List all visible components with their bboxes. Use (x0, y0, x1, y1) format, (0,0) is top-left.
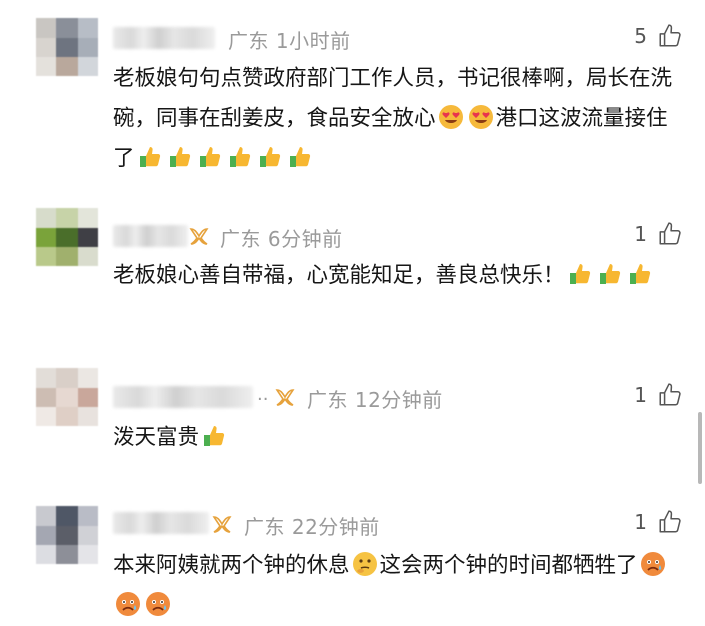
crying-face-emoji (640, 552, 665, 576)
location-label: 广东 (220, 227, 261, 251)
avatar[interactable] (36, 368, 98, 426)
thumbs-up-emoji (199, 147, 220, 167)
comment-text: 泼天富贵 (113, 418, 688, 458)
like-button[interactable]: 1 (634, 382, 683, 408)
fan-badge-icon (189, 228, 209, 245)
username-blurred[interactable] (113, 512, 209, 534)
thumbs-up-emoji (629, 264, 650, 284)
like-button[interactable]: 1 (634, 221, 683, 247)
username-blurred[interactable] (113, 386, 253, 408)
comment-meta: 广东 6分钟前 (220, 223, 343, 252)
timestamp-label: 6分钟前 (267, 227, 343, 251)
avatar[interactable] (36, 208, 98, 266)
heart-eyes-face-emoji (468, 105, 493, 129)
scrollbar[interactable] (698, 412, 702, 484)
comment-text: 老板娘句句点赞政府部门工作人员，书记很棒啊，局长在洗碗，同事在刮姜皮，食品安全放… (113, 59, 688, 179)
thumbs-up-icon (659, 510, 681, 533)
comment-text-part: 这会两个钟的时间都牺牲了 (379, 553, 638, 578)
comment-text-part: 老板娘心善自带福，心宽能知足，善良总快乐！ (113, 263, 565, 288)
fan-badge-icon (275, 389, 295, 406)
crying-face-emoji (146, 592, 170, 616)
thumbs-up-icon (659, 24, 681, 47)
avatar[interactable] (36, 506, 98, 564)
timestamp-label: 12分钟前 (354, 388, 443, 412)
timestamp-label: 1小时前 (275, 29, 351, 53)
like-count: 1 (634, 383, 647, 407)
timestamp-label: 22分钟前 (291, 515, 380, 539)
thumbs-up-emoji (289, 147, 310, 167)
thumbs-up-emoji (139, 147, 160, 167)
thumbs-up-emoji (229, 147, 250, 167)
thumbs-up-icon (659, 383, 681, 406)
location-label: 广东 (307, 388, 348, 412)
comment-meta: 广东 12分钟前 (307, 384, 443, 413)
username-ellipsis: .. (257, 384, 269, 405)
username-blurred[interactable] (113, 225, 188, 247)
like-count: 1 (634, 510, 647, 534)
thumbs-up-emoji (169, 147, 190, 167)
comment-text: 老板娘心善自带福，心宽能知足，善良总快乐！ (113, 256, 688, 296)
like-button[interactable]: 1 (634, 509, 683, 535)
comment-meta: 广东 22分钟前 (244, 511, 380, 540)
comment-text-part: 本来阿姨就两个钟的休息 (113, 553, 350, 578)
thumbs-up-emoji (569, 264, 590, 284)
username-blurred[interactable] (113, 27, 215, 49)
thumbs-up-emoji (599, 264, 620, 284)
fan-badge-icon (212, 516, 232, 533)
comment-meta: 广东 1小时前 (228, 25, 351, 54)
crying-face-emoji (116, 592, 140, 616)
location-label: 广东 (228, 29, 269, 53)
thinking-face-emoji (352, 552, 377, 576)
comment-text-part: 泼天富贵 (113, 425, 200, 450)
like-count: 5 (634, 24, 647, 48)
like-count: 1 (634, 222, 647, 246)
thumbs-up-icon (659, 222, 681, 245)
thumbs-up-emoji (259, 147, 280, 167)
heart-eyes-face-emoji (438, 105, 463, 129)
location-label: 广东 (244, 515, 285, 539)
thumbs-up-emoji (204, 426, 225, 446)
comment-text: 本来阿姨就两个钟的休息 这会两个钟的时间都牺牲了 (113, 546, 688, 626)
like-button[interactable]: 5 (634, 23, 683, 49)
avatar[interactable] (36, 18, 98, 76)
